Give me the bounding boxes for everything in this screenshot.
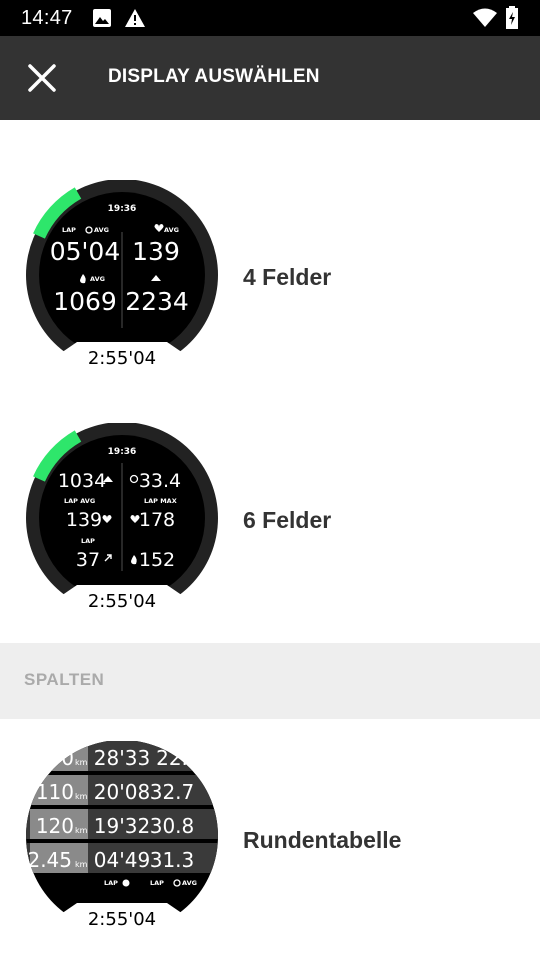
watch-row-3-left: 37 <box>76 549 100 571</box>
watch-field-3-suffix: AVG <box>90 275 105 283</box>
wifi-icon <box>473 8 497 27</box>
watch-row-2-left-label: LAP AVG <box>64 497 95 505</box>
lap-footer-right-suffix: AVG <box>182 879 197 887</box>
lap-row-4-speed: 31.3 <box>150 848 195 872</box>
lap-row-3-distance: 120 <box>36 814 74 838</box>
lap-row-1-time: 28'33 <box>94 746 150 770</box>
option-rundentabelle[interactable]: 100 km 28'33 22. 110 km 20'08 32.7 120 k… <box>0 719 540 959</box>
watch-preview-4-fields: 19:36 LAP AVG 05'04 AVG 139 AVG 1069 223… <box>26 180 218 370</box>
watch-row-1-right: 33.4 <box>139 470 181 492</box>
lap-row-2-distance: 110 <box>36 780 74 804</box>
image-icon <box>93 9 111 27</box>
lap-row-3-unit: km <box>75 826 88 835</box>
watch-row-3-left-label: LAP <box>81 537 95 545</box>
stopwatch-icon <box>122 879 130 887</box>
lap-row-3-time: 19'32 <box>94 814 150 838</box>
section-header: SPALTEN <box>0 643 540 719</box>
watch-bottom-time: 2:55'04 <box>88 591 156 612</box>
lap-row-4-distance: 2.45 <box>27 848 72 872</box>
app-bar: DISPLAY AUSWÄHLEN <box>0 36 540 120</box>
close-button[interactable] <box>18 56 66 100</box>
option-label: 4 Felder <box>243 264 332 290</box>
watch-clock: 19:36 <box>108 447 137 457</box>
watch-bottom-time: 2:55'04 <box>88 909 156 930</box>
lap-row-2-unit: km <box>75 792 88 801</box>
lap-row-3-speed: 30.8 <box>150 814 195 838</box>
lap-row-2-speed: 32.7 <box>150 780 195 804</box>
watch-field-3-value: 1069 <box>53 287 117 316</box>
lap-row-4-unit: km <box>75 860 88 869</box>
status-bar: 14:47 <box>0 0 540 36</box>
watch-clock: 19:36 <box>108 204 137 214</box>
lap-row-1-distance: 100 <box>36 746 74 770</box>
watch-preview-lap-table: 100 km 28'33 22. 110 km 20'08 32.7 120 k… <box>26 741 218 931</box>
watch-field-4-value: 2234 <box>125 287 189 316</box>
option-6-felder[interactable]: 19:36 1034 33.4 LAP AVG 139 LAP MAX 178 … <box>0 403 540 623</box>
watch-field-2-value: 139 <box>132 237 180 266</box>
watch-row-2-right-label: LAP MAX <box>144 497 177 505</box>
lap-row-1-unit: km <box>75 758 88 767</box>
status-time: 14:47 <box>21 7 73 29</box>
watch-field-1-label: LAP <box>62 226 76 234</box>
lap-footer-right-label: LAP <box>150 879 164 887</box>
section-title: SPALTEN <box>24 670 105 689</box>
option-label: 6 Felder <box>243 507 332 533</box>
option-4-felder[interactable]: 19:36 LAP AVG 05'04 AVG 139 AVG 1069 223… <box>0 160 540 380</box>
watch-row-3-right: 152 <box>139 549 175 571</box>
watch-bottom-time: 2:55'04 <box>88 348 156 369</box>
watch-row-2-left: 139 <box>66 509 102 531</box>
watch-row-2-right: 178 <box>139 509 175 531</box>
option-label: Rundentabelle <box>243 827 402 853</box>
lap-row-4-time: 04'49 <box>94 848 150 872</box>
watch-preview-6-fields: 19:36 1034 33.4 LAP AVG 139 LAP MAX 178 … <box>26 423 218 613</box>
lap-footer-left: LAP <box>104 879 118 887</box>
watch-field-1-suffix: AVG <box>94 226 109 234</box>
watch-row-1-left: 1034 <box>58 470 106 492</box>
watch-field-1-value: 05'04 <box>50 237 121 266</box>
lap-row-2-time: 20'08 <box>94 780 150 804</box>
warning-icon <box>125 9 145 27</box>
lap-row-1-speed: 22. <box>156 746 188 770</box>
watch-field-2-suffix: AVG <box>164 226 179 234</box>
page-title: DISPLAY AUSWÄHLEN <box>108 66 320 87</box>
battery-icon <box>506 6 518 29</box>
close-icon <box>28 64 56 92</box>
